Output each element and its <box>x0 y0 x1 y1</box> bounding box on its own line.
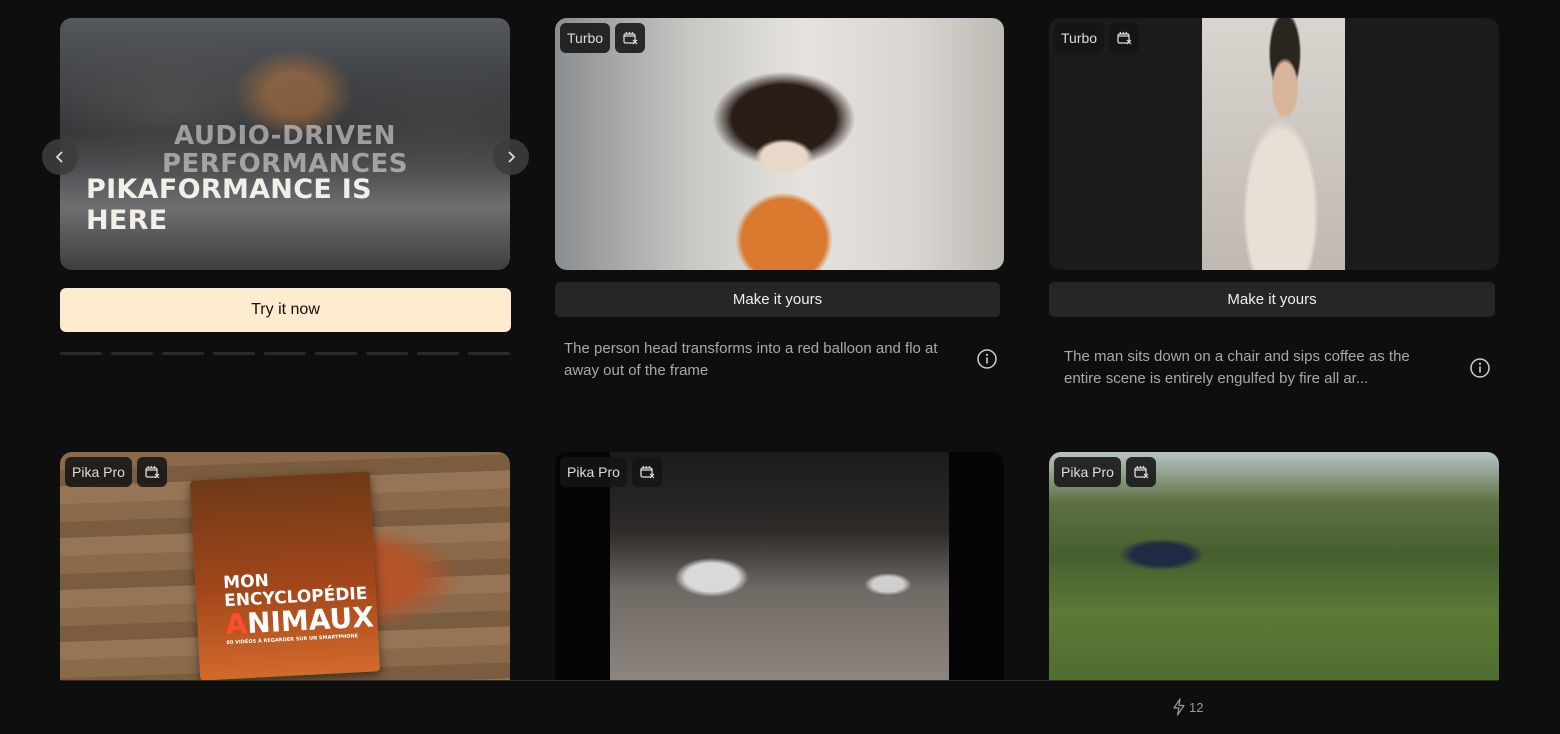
carousel-dot[interactable] <box>264 352 306 355</box>
video-effect-icon <box>615 23 646 53</box>
carousel-dot[interactable] <box>417 352 459 355</box>
book-cover: MON ENCYCLOPÉDIE ANIMAUX 80 VIDÉOS À REG… <box>189 471 381 680</box>
book-title-accent: A <box>224 607 248 642</box>
make-it-yours-button[interactable]: Make it yours <box>555 282 1000 317</box>
video-effect-icon <box>1125 457 1156 487</box>
video-thumbnail[interactable]: MON ENCYCLOPÉDIE ANIMAUX 80 VIDÉOS À REG… <box>60 452 510 680</box>
video-thumbnail[interactable]: Turbo <box>1049 18 1499 270</box>
carousel-dot[interactable] <box>60 352 102 355</box>
prompt-text: The person head transforms into a red ba… <box>564 340 938 379</box>
video-effect-icon <box>136 457 167 487</box>
model-badge: Pika Pro <box>65 457 132 487</box>
carousel-dot[interactable] <box>468 352 510 355</box>
carousel-dot[interactable] <box>162 352 204 355</box>
carousel-dot[interactable] <box>111 352 153 355</box>
portrait-video-frame <box>1202 18 1345 270</box>
lightning-icon <box>1173 698 1185 716</box>
model-badge: Pika Pro <box>1054 457 1121 487</box>
video-thumbnail[interactable]: Pika Pro <box>555 452 1004 680</box>
carousel-dot[interactable] <box>315 352 357 355</box>
video-thumbnail[interactable]: Turbo <box>555 18 1004 270</box>
try-it-now-button[interactable]: Try it now <box>60 288 511 332</box>
model-badge: Pika Pro <box>560 457 627 487</box>
info-icon[interactable] <box>1469 357 1491 379</box>
prompt-text: The man sits down on a chair and sips co… <box>1064 348 1410 387</box>
video-thumbnail[interactable]: Pika Pro <box>1049 452 1499 680</box>
carousel-dot[interactable] <box>366 352 408 355</box>
chevron-left-icon <box>55 151 63 163</box>
bottom-divider <box>60 680 1498 681</box>
hero-carousel-slide[interactable]: AUDIO-DRIVEN PERFORMANCES PIKAFORMANCE I… <box>60 18 510 270</box>
make-it-yours-button[interactable]: Make it yours <box>1049 282 1495 317</box>
credits-counter: 12 <box>1172 698 1203 716</box>
carousel-progress-indicators <box>60 352 510 355</box>
model-badge: Turbo <box>1054 23 1105 53</box>
model-badge: Turbo <box>560 23 611 53</box>
carousel-prev-button[interactable] <box>42 139 78 175</box>
video-effect-icon <box>631 457 662 487</box>
carousel-next-button[interactable] <box>493 139 529 175</box>
chevron-right-icon <box>508 151 516 163</box>
carousel-dot[interactable] <box>213 352 255 355</box>
info-icon[interactable] <box>976 348 998 370</box>
credits-count: 12 <box>1189 699 1204 715</box>
video-effect-icon <box>1109 23 1140 53</box>
hero-subtitle: AUDIO-DRIVEN PERFORMANCES <box>161 121 409 179</box>
hero-title: PIKAFORMANCE IS HERE <box>86 174 372 236</box>
